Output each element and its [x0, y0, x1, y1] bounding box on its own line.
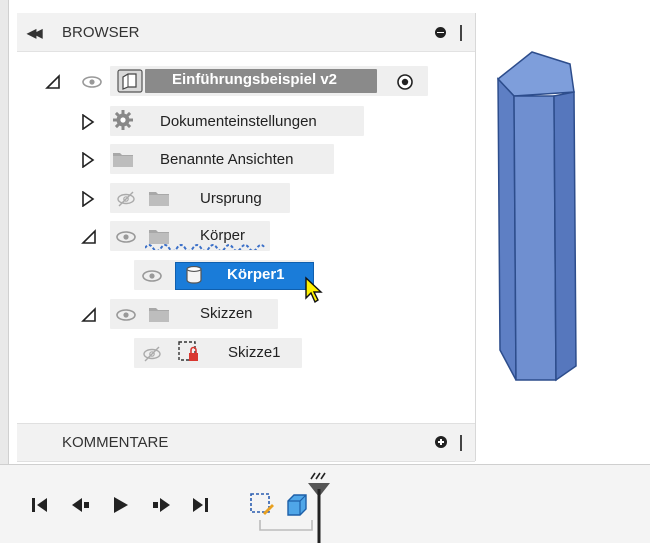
gear-icon [112, 109, 134, 134]
step-back-icon[interactable] [70, 495, 92, 515]
expand-closed-icon[interactable] [81, 151, 95, 169]
expand-open-icon[interactable] [81, 307, 96, 323]
item-label-dokumenteinstellungen[interactable]: Dokumenteinstellungen [160, 113, 317, 130]
item-label-skizze1[interactable]: Skizze1 [228, 344, 281, 361]
expand-closed-icon[interactable] [81, 190, 95, 208]
folder-icon [148, 189, 170, 210]
folder-icon [148, 305, 170, 326]
skip-to-start-icon[interactable] [30, 495, 52, 515]
comments-title: KOMMENTARE [62, 434, 169, 451]
step-forward-icon[interactable] [150, 495, 172, 515]
3d-viewport[interactable] [480, 12, 650, 462]
expand-closed-icon[interactable] [81, 113, 95, 131]
panel-grip-icon[interactable] [460, 435, 462, 451]
skip-to-end-icon[interactable] [190, 495, 212, 515]
left-frame [0, 0, 9, 464]
hexagonal-prism-body[interactable] [480, 12, 650, 462]
timeline-sketch-feature-icon[interactable] [248, 491, 276, 522]
timeline-bar [0, 464, 650, 543]
mouse-cursor-icon [305, 276, 323, 304]
item-label-skizzen[interactable]: Skizzen [200, 305, 253, 322]
item-label-benannte-ansichten[interactable]: Benannte Ansichten [160, 151, 293, 168]
item-label-koerper1[interactable]: Körper1 [227, 266, 285, 283]
root-component-label[interactable]: Einführungsbeispiel v2 [172, 71, 337, 88]
drop-target-indicator [145, 244, 266, 250]
body-icon [183, 264, 205, 289]
plus-circle-icon[interactable] [435, 436, 447, 448]
browser-panel: ◀◀ BROWSER Einführungsbeispiel v2 Dokume… [17, 13, 476, 461]
play-icon[interactable] [110, 495, 132, 515]
item-label-ursprung[interactable]: Ursprung [200, 190, 262, 207]
eye-icon[interactable] [81, 75, 103, 89]
activate-radio-icon[interactable] [396, 73, 414, 94]
eye-icon[interactable] [115, 308, 137, 322]
eye-hidden-icon[interactable] [115, 191, 137, 207]
eye-hidden-icon[interactable] [141, 346, 163, 362]
timeline-marker-icon[interactable] [306, 469, 332, 546]
eye-icon[interactable] [115, 230, 137, 244]
component-icon [117, 69, 143, 96]
expand-open-icon[interactable] [45, 74, 60, 90]
folder-icon [112, 150, 134, 171]
eye-icon[interactable] [141, 269, 163, 283]
browser-tree: Einführungsbeispiel v2 Dokumenteinstellu… [17, 13, 475, 461]
expand-open-icon[interactable] [81, 229, 96, 245]
comments-header[interactable]: KOMMENTARE [17, 423, 475, 462]
sketch-icon [177, 340, 201, 367]
